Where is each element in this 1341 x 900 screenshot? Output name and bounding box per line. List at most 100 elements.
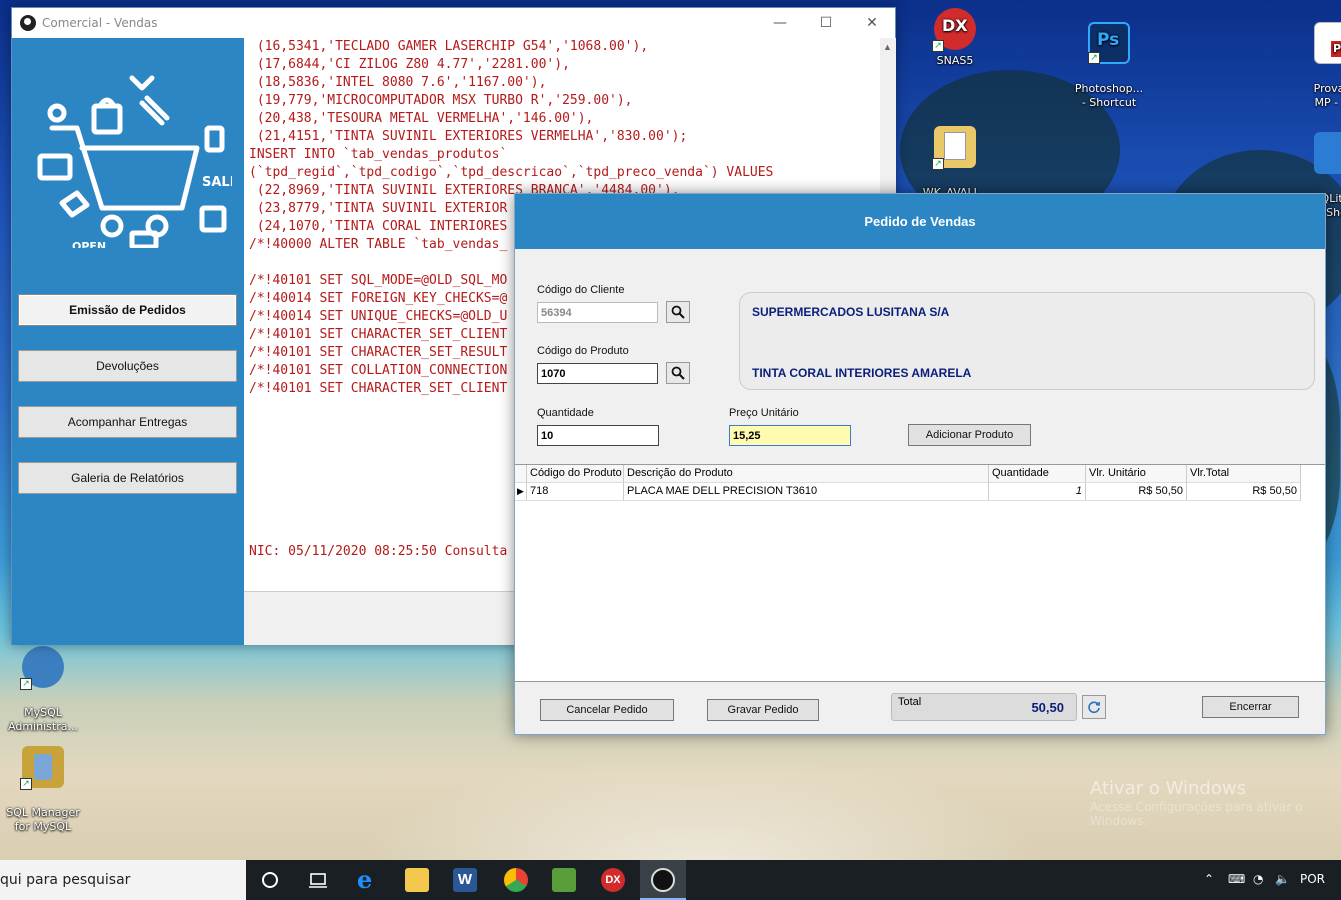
sql-manager-icon: ↗ [20, 746, 64, 790]
produto-nome: TINTA CORAL INTERIORES AMARELA [752, 366, 972, 380]
grid-header: Código do Produto Descrição do Produto Q… [515, 465, 1301, 483]
cancelar-pedido-button[interactable]: Cancelar Pedido [540, 699, 674, 721]
cliente-label: Código do Cliente [537, 284, 625, 296]
status-line: NIC: 05/11/2020 08:25:50 Consulta [249, 544, 508, 559]
taskbar-search-box[interactable]: qui para pesquisar [0, 860, 246, 900]
close-icon[interactable]: ✕ [849, 8, 895, 38]
file-explorer-icon[interactable] [405, 868, 429, 892]
gravar-pedido-button[interactable]: Gravar Pedido [707, 699, 819, 721]
sql-line: INSERT INTO `tab_vendas_produtos` [249, 147, 508, 162]
adicionar-produto-button[interactable]: Adicionar Produto [908, 424, 1031, 446]
produto-code-field[interactable] [537, 363, 658, 384]
keyboard-icon[interactable]: ⌨ [1228, 872, 1245, 886]
sql-line: (24,1070,'TINTA CORAL INTERIORES [249, 219, 508, 234]
produto-label: Código do Produto [537, 345, 629, 357]
cortana-icon[interactable] [258, 868, 282, 892]
table-row[interactable]: ▶ 718 PLACA MAE DELL PRECISION T3610 1 R… [515, 483, 1301, 501]
comercial-app-icon [651, 868, 675, 892]
active-app-tab[interactable] [640, 860, 686, 900]
search-cliente-button[interactable] [666, 301, 690, 323]
network-icon[interactable]: ◔ [1253, 872, 1263, 886]
total-value: 50,50 [1031, 700, 1064, 715]
refresh-icon [1088, 701, 1101, 714]
row-indicator-icon: ▶ [515, 483, 527, 501]
col-header-quantidade[interactable]: Quantidade [989, 465, 1086, 483]
maximize-icon[interactable]: ☐ [803, 8, 849, 38]
cell-descricao[interactable]: PLACA MAE DELL PRECISION T3610 [624, 483, 989, 501]
menu-emissao-pedidos[interactable]: Emissão de Pedidos [18, 294, 237, 326]
folder-icon: ↗ [932, 126, 976, 170]
cell-codigo[interactable]: 718 [527, 483, 624, 501]
edge-icon[interactable]: e [357, 868, 381, 892]
desktop-icon-photoshop[interactable]: Ps ↗ Photoshop... - Shortcut [1064, 8, 1154, 110]
col-header-descricao[interactable]: Descrição do Produto [624, 465, 989, 483]
refresh-button[interactable] [1082, 695, 1106, 719]
sql-line: /*!40101 SET SQL_MODE=@OLD_SQL_MO [249, 273, 508, 288]
search-icon [671, 305, 685, 319]
quantidade-label: Quantidade [537, 407, 594, 419]
search-icon [671, 366, 685, 380]
window-title: Comercial - Vendas [42, 16, 158, 30]
photoshop-icon: Ps ↗ [1088, 22, 1130, 64]
col-header-codigo[interactable]: Código do Produto [527, 465, 624, 483]
info-panel: SUPERMERCADOS LUSITANA S/A TINTA CORAL I… [739, 292, 1315, 390]
sql-line: /*!40014 SET FOREIGN_KEY_CHECKS=@ [249, 291, 508, 306]
minimize-icon[interactable]: — [757, 8, 803, 38]
menu-galeria-relatorios[interactable]: Galeria de Relatórios [18, 462, 237, 494]
sql-line: (19,779,'MICROCOMPUTADOR MSX TURBO R','2… [249, 93, 633, 108]
sqlite-icon [1314, 132, 1341, 174]
dialog-title: Pedido de Vendas [515, 194, 1325, 249]
sql-line: /*!40101 SET CHARACTER_SET_CLIENT [249, 327, 508, 342]
main-titlebar[interactable]: Comercial - Vendas — ☐ ✕ [12, 8, 895, 38]
sql-line: /*!40000 ALTER TABLE `tab_vendas_ [249, 237, 508, 252]
sql-line: (23,8779,'TINTA SUVINIL EXTERIOR [249, 201, 508, 216]
menu-devolucoes[interactable]: Devoluções [18, 350, 237, 382]
tray-chevron-icon[interactable]: ⌃ [1204, 872, 1214, 886]
desktop-icon-prova[interactable]: PDF Prova D MP - 12 [1290, 8, 1341, 110]
language-indicator[interactable]: POR [1300, 872, 1325, 886]
items-grid[interactable]: Código do Produto Descrição do Produto Q… [515, 464, 1325, 682]
quantidade-field[interactable] [537, 425, 659, 446]
desktop-icon-snas5[interactable]: DX ↗ SNAS5 [910, 8, 1000, 68]
word-icon[interactable]: W [453, 868, 477, 892]
task-view-icon[interactable] [306, 868, 330, 892]
encerrar-button[interactable]: Encerrar [1202, 696, 1299, 718]
shopping-cart-logo: SALE OPEN [37, 75, 232, 248]
pedido-vendas-dialog: Pedido de Vendas Código do Cliente Códig… [514, 193, 1326, 735]
cell-quantidade[interactable]: 1 [989, 483, 1086, 501]
menu-acompanhar-entregas[interactable]: Acompanhar Entregas [18, 406, 237, 438]
col-header-unitario[interactable]: Vlr. Unitário [1086, 465, 1187, 483]
mysql-admin-icon: ↗ [20, 646, 64, 690]
cell-unitario[interactable]: R$ 50,50 [1086, 483, 1187, 501]
cell-total[interactable]: R$ 50,50 [1187, 483, 1301, 501]
preco-label: Preço Unitário [729, 407, 799, 419]
col-header-total[interactable]: Vlr.Total [1187, 465, 1301, 483]
search-produto-button[interactable] [666, 362, 690, 384]
total-box: Total 50,50 [891, 693, 1077, 721]
sql-line: /*!40101 SET CHARACTER_SET_RESULT [249, 345, 508, 360]
scroll-up-icon[interactable]: ▲ [883, 42, 892, 52]
cliente-code-field[interactable] [537, 302, 658, 323]
sidebar: SALE OPEN Emissão de Pedidos Devoluções … [12, 38, 244, 645]
sql-line: (21,4151,'TINTA SUVINIL EXTERIORES VERME… [249, 129, 688, 144]
activation-watermark-sub: Acesse Configurações para ativar o Windo… [1090, 800, 1303, 828]
taskbar: qui para pesquisar e W DX ⌃ ⌨ ◔ 🔈 POR [0, 860, 1341, 900]
sql-line: /*!40014 SET UNIQUE_CHECKS=@OLD_U [249, 309, 508, 324]
sql-line: /*!40101 SET COLLATION_CONNECTION [249, 363, 508, 378]
sql-line: (`tpd_regid`,`tpd_codigo`,`tpd_descricao… [249, 165, 774, 180]
chrome-icon[interactable] [504, 868, 528, 892]
sql-line: (16,5341,'TECLADO GAMER LASERCHIP G54','… [249, 39, 649, 54]
app-icon [20, 15, 36, 31]
desktop-icon-sql-manager[interactable]: ↗ SQL Manager for MySQL [0, 732, 88, 834]
dx-taskbar-icon[interactable]: DX [601, 868, 625, 892]
svg-text:SALE: SALE [202, 175, 232, 190]
sheets-icon[interactable] [552, 868, 576, 892]
preco-unitario-field[interactable] [729, 425, 851, 446]
volume-icon[interactable]: 🔈 [1275, 872, 1290, 886]
total-label: Total [898, 696, 922, 708]
desktop-icon-mysql-admin[interactable]: ↗ MySQL Administra... [0, 632, 88, 734]
dx-app-icon: DX ↗ [932, 8, 976, 52]
svg-text:OPEN: OPEN [72, 240, 106, 248]
sql-line: (20,438,'TESOURA METAL VERMELHA','146.00… [249, 111, 594, 126]
sql-line: (17,6844,'CI ZILOG Z80 4.77','2281.00'), [249, 57, 570, 72]
